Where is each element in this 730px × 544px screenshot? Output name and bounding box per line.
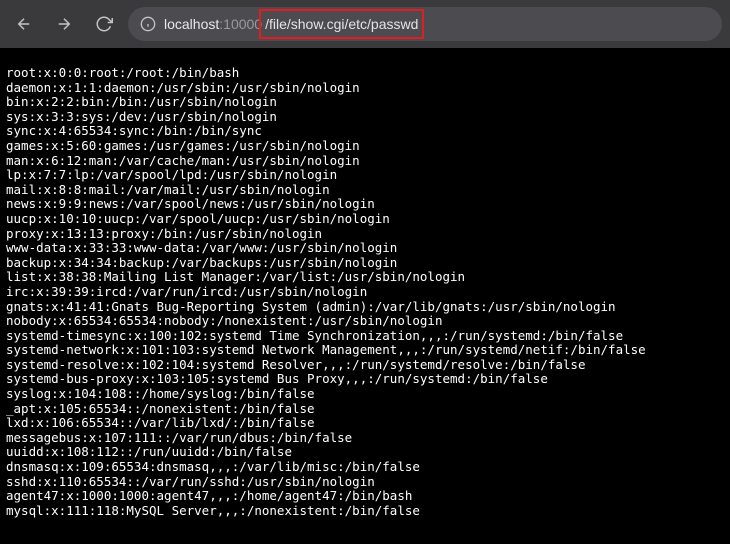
- browser-toolbar: localhost:10000/file/show.cgi/etc/passwd: [0, 0, 730, 48]
- info-icon: [140, 16, 156, 32]
- url-host: localhost: [164, 16, 219, 32]
- arrow-right-icon: [55, 15, 73, 33]
- file-output: root:x:0:0:root:/root:/bin/bash daemon:x…: [0, 48, 730, 524]
- url-port: :10000: [219, 16, 262, 32]
- address-bar[interactable]: localhost:10000/file/show.cgi/etc/passwd: [128, 7, 722, 41]
- arrow-left-icon: [15, 15, 33, 33]
- reload-button[interactable]: [88, 8, 120, 40]
- reload-icon: [95, 15, 113, 33]
- back-button[interactable]: [8, 8, 40, 40]
- address-text: localhost:10000/file/show.cgi/etc/passwd: [164, 16, 421, 32]
- url-path-highlighted: /file/show.cgi/etc/passwd: [262, 12, 421, 36]
- forward-button[interactable]: [48, 8, 80, 40]
